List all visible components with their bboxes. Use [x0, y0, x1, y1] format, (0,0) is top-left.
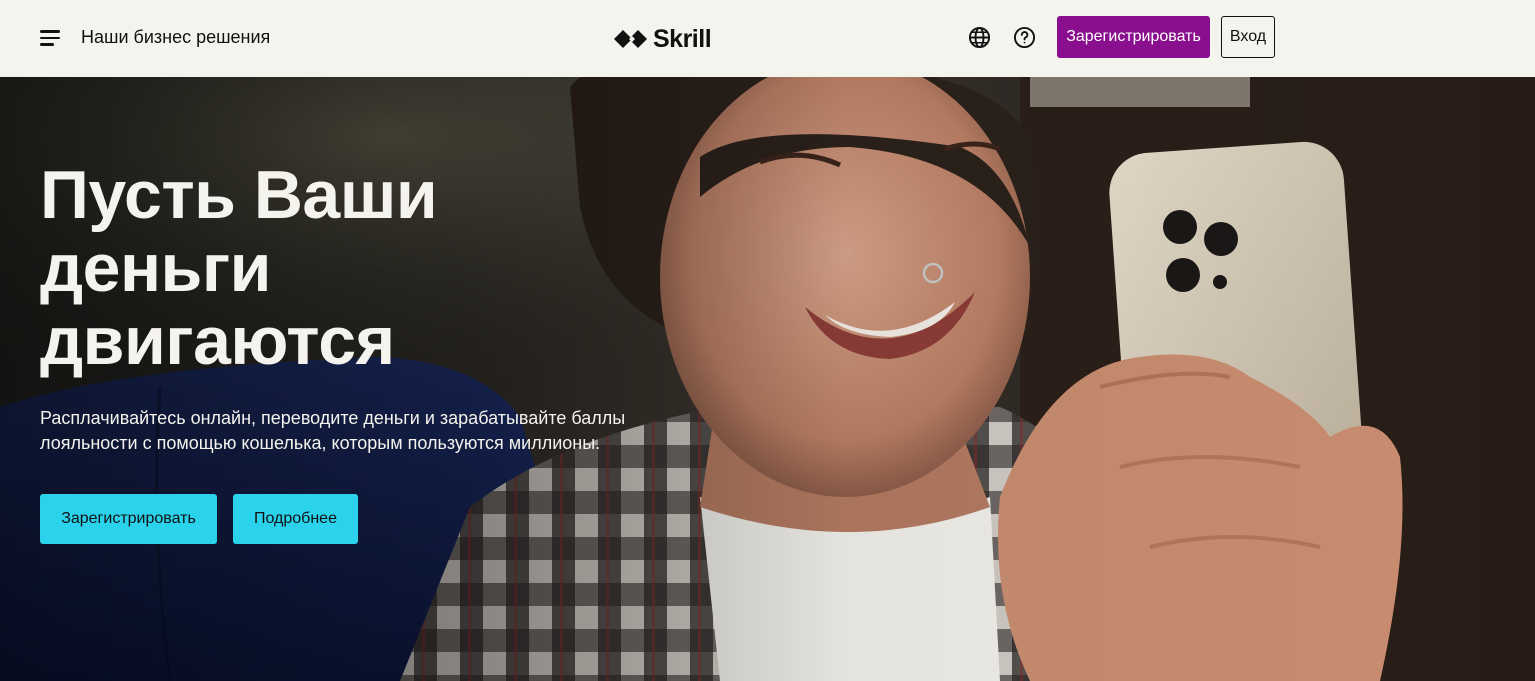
- hero-section: Пусть Ваши деньги двигаются Расплачивайт…: [0, 77, 1535, 681]
- learn-more-button[interactable]: Подробнее: [233, 494, 358, 544]
- skrill-logo[interactable]: Skrill: [614, 24, 712, 53]
- hero-subtitle-line: лояльности с помощью кошелька, которым п…: [40, 433, 601, 453]
- hero-subtitle-line: Расплачивайтесь онлайн, переводите деньг…: [40, 408, 626, 428]
- hamburger-menu-icon[interactable]: [38, 27, 62, 49]
- hero-title-line: деньги: [40, 230, 271, 306]
- hero-subtitle: Расплачивайтесь онлайн, переводите деньг…: [40, 406, 660, 456]
- hero-title-line: двигаются: [40, 303, 395, 379]
- business-solutions-link[interactable]: Наши бизнес решения: [81, 27, 270, 48]
- globe-icon[interactable]: [968, 26, 991, 49]
- skrill-diamond-logo-icon: [614, 30, 647, 48]
- register-button[interactable]: Зарегистрировать: [1057, 16, 1210, 58]
- hero-title-line: Пусть Ваши: [40, 157, 438, 233]
- hero-register-button[interactable]: Зарегистрировать: [40, 494, 217, 544]
- hero-title: Пусть Ваши деньги двигаются: [40, 159, 600, 378]
- question-circle-icon[interactable]: [1013, 26, 1036, 49]
- site-header: Наши бизнес решения Skrill Зарегистриров…: [0, 0, 1535, 77]
- login-button[interactable]: Вход: [1221, 16, 1275, 58]
- brand-name: Skrill: [653, 24, 712, 53]
